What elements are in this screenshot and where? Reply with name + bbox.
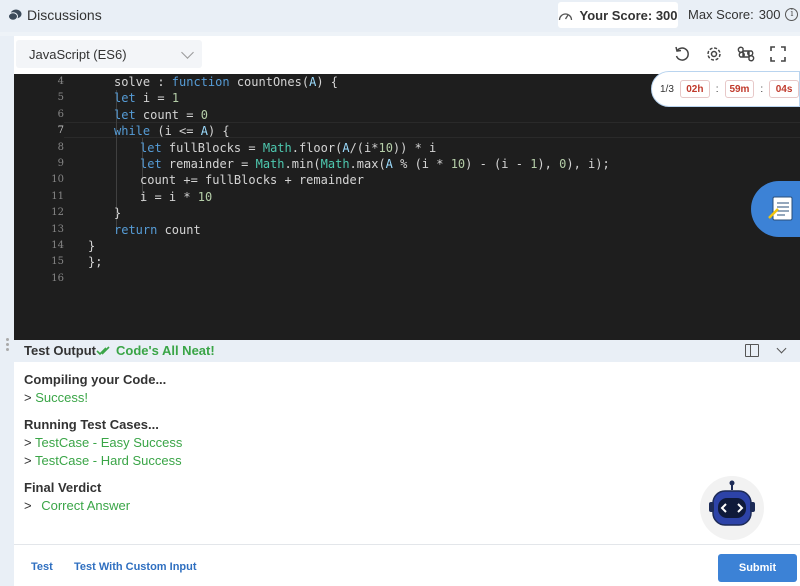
line-number: 5 xyxy=(57,92,64,104)
drag-handle[interactable] xyxy=(6,338,10,354)
discussions-link[interactable]: Discussions xyxy=(8,7,102,23)
test-output-title: Test Output xyxy=(24,343,96,358)
test-output-header: Test Output Code's All Neat! xyxy=(14,340,800,362)
test-case-easy: TestCase - Easy Success xyxy=(34,435,183,450)
question-index: 1/3 xyxy=(660,83,674,95)
verdict-value: Correct Answer xyxy=(41,498,131,513)
verdict-heading: Final Verdict xyxy=(24,480,102,495)
code-editor[interactable]: 4 solve : function countOnes(A) { 5 let i =… xyxy=(14,74,800,340)
double-check-icon xyxy=(96,345,110,355)
compiling-result-line: > Success! xyxy=(24,390,88,405)
code-text: let count = 0 xyxy=(114,107,208,122)
test-case-line: > TestCase - Hard Success xyxy=(24,453,182,468)
compiling-heading: Compiling your Code... xyxy=(24,372,167,387)
timer-hours: 02h xyxy=(679,80,710,98)
notepad-icon xyxy=(768,196,793,221)
line-number: 12 xyxy=(51,207,64,219)
line-number: 13 xyxy=(51,223,64,235)
line-number: 8 xyxy=(57,141,64,153)
editor-toolbar: JavaScript (ES6) xyxy=(14,36,800,74)
test-button[interactable]: Test xyxy=(31,561,53,573)
robot-icon xyxy=(709,480,755,526)
line-number: 7 xyxy=(57,125,64,137)
timer-seconds: 04s xyxy=(769,80,799,98)
line-number: 14 xyxy=(51,240,64,251)
chevron-down-icon xyxy=(181,46,194,59)
discussions-label: Discussions xyxy=(27,7,102,23)
test-output-panel: Compiling your Code... > Success! Runnin… xyxy=(14,362,800,544)
info-icon[interactable]: i xyxy=(785,8,799,21)
test-case-hard: TestCase - Hard Success xyxy=(34,453,182,468)
code-text: }; xyxy=(88,255,103,270)
line-number: 4 xyxy=(57,76,64,87)
your-score-label: Your Score: 300 xyxy=(579,7,678,23)
test-custom-input-button[interactable]: Test With Custom Input xyxy=(74,561,197,573)
language-value: JavaScript (ES6) xyxy=(29,46,127,62)
max-score-label: Max Score: xyxy=(688,7,754,22)
timer-minutes: 59m xyxy=(724,80,755,98)
your-score-badge: Your Score: 300 xyxy=(558,2,678,28)
code-text: } xyxy=(114,206,122,221)
settings-icon[interactable] xyxy=(705,45,723,63)
line-number: 16 xyxy=(51,272,64,284)
code-text: let fullBlocks = Math.floor(A/(i*10)) * … xyxy=(140,140,437,155)
code-text: } xyxy=(88,239,96,253)
countdown-timer: 1/3 02h : 59m : 04s xyxy=(651,71,800,107)
code-text: count += fullBlocks + remainder xyxy=(140,173,364,188)
action-footer: Test Test With Custom Input Submit xyxy=(14,544,800,586)
compiling-result: Success! xyxy=(35,390,88,405)
max-score: Max Score: 300 i xyxy=(688,7,799,22)
code-text: let i = 1 xyxy=(114,91,180,106)
running-heading: Running Test Cases... xyxy=(24,417,159,432)
status-text: Code's All Neat! xyxy=(116,343,215,358)
layout-panel-icon[interactable] xyxy=(745,344,759,357)
language-select[interactable]: JavaScript (ES6) xyxy=(16,40,202,68)
max-score-value: 300 xyxy=(758,7,781,22)
code-text: while (i <= A) { xyxy=(114,124,230,139)
code-text: return count xyxy=(114,222,201,237)
line-number: 10 xyxy=(51,174,64,186)
gauge-icon xyxy=(559,12,573,20)
discussions-icon xyxy=(8,9,22,21)
command-icon[interactable] xyxy=(737,45,755,63)
code-text: i = i * 10 xyxy=(140,189,213,204)
line-number: 6 xyxy=(57,108,64,120)
submit-button[interactable]: Submit xyxy=(718,554,797,582)
chevron-down-icon[interactable] xyxy=(776,343,787,354)
verdict-line: > Correct Answer xyxy=(24,498,131,513)
notepad-button[interactable] xyxy=(751,181,800,237)
test-case-line: > TestCase - Easy Success xyxy=(24,435,183,450)
line-number: 9 xyxy=(57,158,64,169)
left-resize-strip xyxy=(0,36,14,586)
top-bar: Discussions Your Score: 300 Max Score: 3… xyxy=(0,0,800,32)
reset-icon[interactable] xyxy=(673,45,691,63)
fullscreen-icon[interactable] xyxy=(769,45,787,63)
line-number: 11 xyxy=(51,190,64,202)
line-number: 15 xyxy=(51,256,64,268)
code-text: solve : function countOnes(A) { xyxy=(114,75,338,89)
assistant-bot-button[interactable] xyxy=(700,476,764,540)
code-text: let remainder = Math.min(Math.max(A % (i… xyxy=(140,157,610,171)
status-badge: Code's All Neat! xyxy=(96,343,215,358)
